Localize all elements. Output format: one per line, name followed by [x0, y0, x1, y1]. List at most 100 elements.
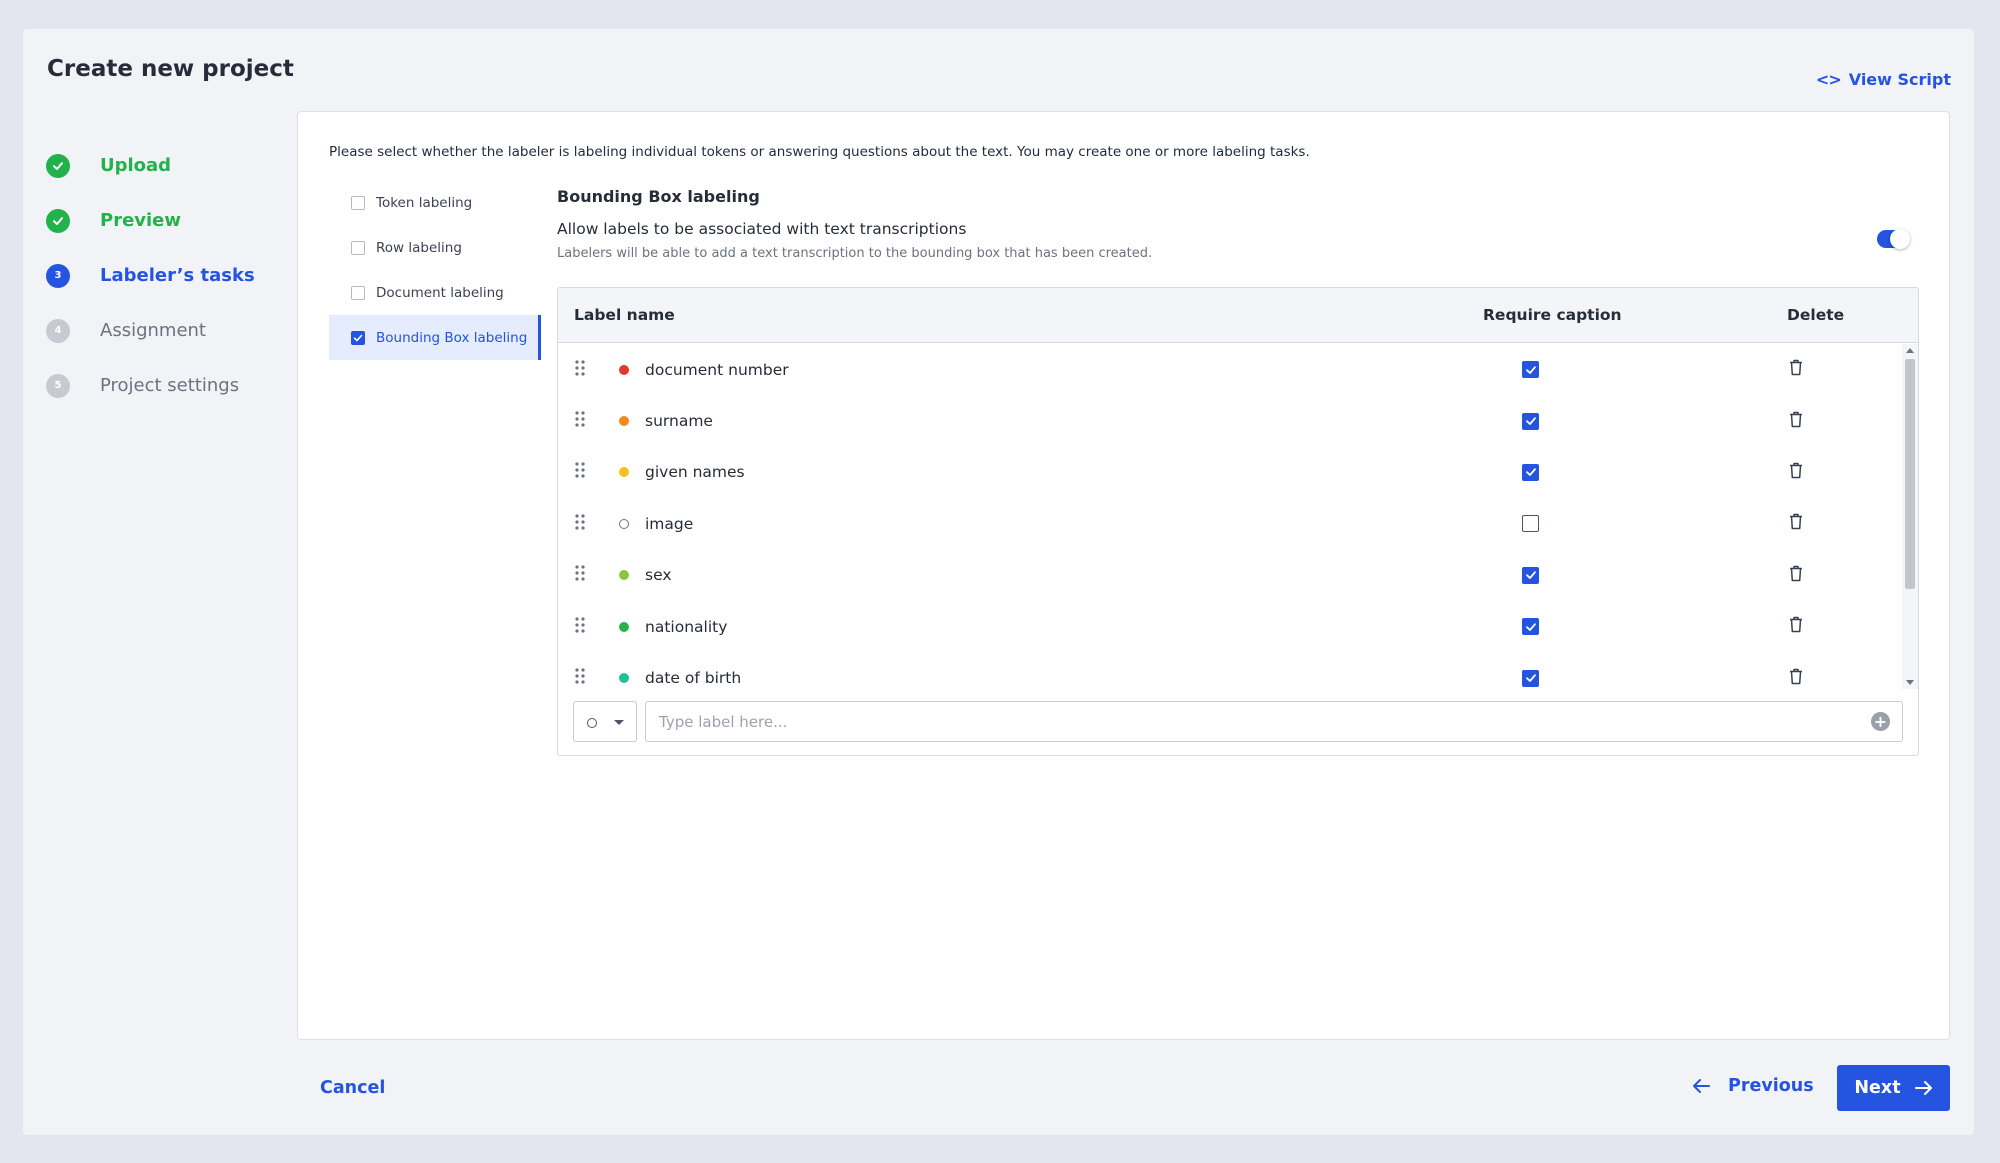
wizard-steps: Upload Preview 3 Labeler’s tasks 4 Assig… [46, 138, 255, 413]
transcription-option-help: Labelers will be able to add a text tran… [557, 246, 1153, 261]
label-color-dot [619, 364, 629, 375]
drag-handle-icon[interactable] [575, 514, 585, 534]
checkbox[interactable] [351, 240, 365, 255]
table-row: given names [558, 447, 1903, 498]
step-label: Labeler’s tasks [100, 265, 255, 286]
drag-handle-icon[interactable] [575, 462, 585, 482]
previous-label: Previous [1728, 1076, 1814, 1096]
label-color-dot [619, 467, 629, 478]
table-row: date of birth [558, 652, 1903, 689]
trash-icon[interactable] [1789, 668, 1803, 689]
step-number-badge: 4 [46, 318, 70, 343]
new-label-input[interactable] [645, 701, 1903, 742]
checkbox[interactable] [351, 330, 365, 345]
next-label: Next [1854, 1078, 1901, 1098]
checkbox[interactable] [351, 285, 365, 300]
transcription-toggle[interactable] [1877, 229, 1910, 249]
drag-handle-icon[interactable] [575, 411, 585, 431]
require-caption-checkbox[interactable] [1522, 669, 1539, 687]
step-label: Upload [100, 155, 172, 176]
trash-icon[interactable] [1789, 565, 1803, 586]
task-type-list: Token labeling Row labeling Document lab… [329, 180, 541, 360]
label-name: date of birth [645, 669, 742, 688]
label-color-dot [619, 518, 629, 529]
require-caption-checkbox[interactable] [1522, 412, 1539, 430]
add-label-row: + [573, 701, 1903, 742]
table-row: document number [558, 344, 1903, 395]
header-require-caption: Require caption [1483, 306, 1622, 324]
transcription-option-label: Allow labels to be associated with text … [557, 220, 967, 238]
header-label-name: Label name [574, 306, 675, 324]
task-type-label: Bounding Box labeling [376, 329, 528, 346]
task-type-label: Row labeling [376, 239, 462, 256]
step-number-badge: 3 [46, 263, 70, 288]
label-name: sex [645, 566, 672, 585]
label-color-dot [619, 570, 629, 581]
add-label-button[interactable]: + [1871, 712, 1890, 731]
step-label: Preview [100, 210, 182, 231]
require-caption-checkbox[interactable] [1522, 566, 1539, 584]
step-assignment[interactable]: 4 Assignment [46, 303, 255, 358]
task-type-row[interactable]: Row labeling [329, 225, 541, 270]
task-type-document[interactable]: Document labeling [329, 270, 541, 315]
label-color-dot [619, 621, 629, 632]
table-row: sex [558, 550, 1903, 601]
drag-handle-icon[interactable] [575, 565, 585, 585]
task-type-token[interactable]: Token labeling [329, 180, 541, 225]
trash-icon[interactable] [1789, 359, 1803, 380]
checkbox[interactable] [351, 195, 365, 210]
next-button[interactable]: Next [1837, 1065, 1950, 1111]
label-name: image [645, 514, 694, 533]
step-label: Project settings [100, 375, 240, 396]
arrow-left-icon [1693, 1079, 1710, 1093]
drag-handle-icon[interactable] [575, 668, 585, 688]
view-script-link[interactable]: <> View Script [1816, 70, 1951, 89]
table-row: image [558, 498, 1903, 549]
toggle-knob [1890, 229, 1910, 249]
step-number-badge: 5 [46, 373, 70, 398]
step-preview[interactable]: Preview [46, 193, 255, 248]
require-caption-checkbox[interactable] [1522, 361, 1539, 379]
step-label: Assignment [100, 320, 206, 341]
table-row: nationality [558, 601, 1903, 652]
cancel-button[interactable]: Cancel [320, 1078, 385, 1098]
label-color-dot [619, 416, 629, 427]
color-dot-icon [587, 718, 597, 728]
trash-icon[interactable] [1789, 411, 1803, 432]
task-type-bounding-box[interactable]: Bounding Box labeling [329, 315, 541, 360]
table-scrollbar[interactable] [1902, 344, 1918, 689]
instructions-text: Please select whether the labeler is lab… [329, 144, 1310, 160]
trash-icon[interactable] [1789, 513, 1803, 534]
label-color-dot [619, 673, 629, 684]
label-name: given names [645, 463, 745, 482]
check-circle-icon [46, 153, 70, 178]
label-name: document number [645, 360, 789, 379]
label-color-select[interactable] [573, 701, 637, 742]
require-caption-checkbox[interactable] [1522, 515, 1539, 533]
step-upload[interactable]: Upload [46, 138, 255, 193]
step-project-settings[interactable]: 5 Project settings [46, 358, 255, 413]
view-script-label: View Script [1848, 70, 1951, 89]
previous-button[interactable]: Previous [1692, 1076, 1814, 1096]
table-header: Label name Require caption Delete [558, 288, 1918, 343]
drag-handle-icon[interactable] [575, 617, 585, 637]
scroll-thumb[interactable] [1905, 359, 1915, 589]
table-row: surname [558, 395, 1903, 446]
drag-handle-icon[interactable] [575, 360, 585, 380]
require-caption-checkbox[interactable] [1522, 463, 1539, 481]
arrow-right-icon [1914, 1081, 1932, 1095]
task-type-label: Token labeling [376, 194, 473, 211]
require-caption-checkbox[interactable] [1522, 618, 1539, 636]
step-labelers-tasks[interactable]: 3 Labeler’s tasks [46, 248, 255, 303]
trash-icon[interactable] [1789, 616, 1803, 637]
scroll-up-icon[interactable] [1906, 348, 1914, 353]
scroll-down-icon[interactable] [1906, 680, 1914, 685]
config-title: Bounding Box labeling [557, 187, 760, 206]
labels-table: Label name Require caption Delete docume… [557, 287, 1919, 756]
task-type-label: Document labeling [376, 284, 504, 301]
code-icon: <> [1815, 70, 1842, 89]
trash-icon[interactable] [1789, 462, 1803, 483]
check-icon [353, 334, 363, 341]
tasks-card: Please select whether the labeler is lab… [297, 111, 1950, 1040]
bbox-config-panel: Bounding Box labeling Allow labels to be… [557, 187, 1917, 261]
